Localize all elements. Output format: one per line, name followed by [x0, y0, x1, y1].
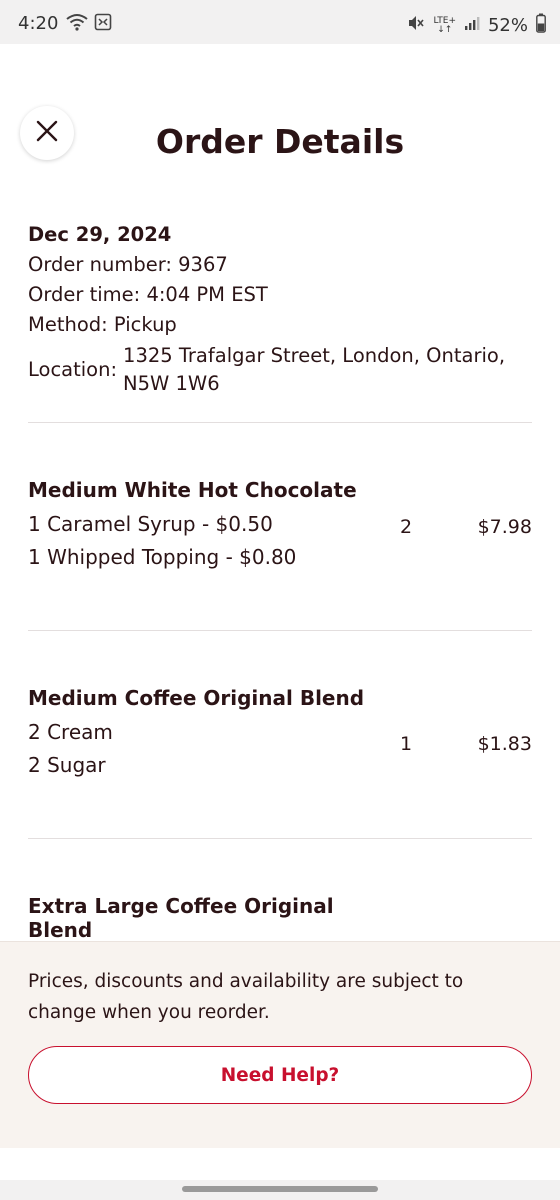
order-time: Order time: 4:04 PM EST: [28, 283, 268, 306]
item-modifier: 1 Whipped Topping - $0.80: [28, 545, 297, 569]
item-price: $1.83: [477, 733, 532, 755]
order-item: Medium White Hot Chocolate 1 Caramel Syr…: [28, 478, 532, 574]
battery-percent: 52%: [487, 15, 528, 36]
order-meta: Dec 29, 2024 Order number: 9367 Order ti…: [28, 220, 532, 398]
data-saver-icon: [94, 13, 112, 35]
location-label: Location:: [28, 358, 118, 381]
item-modifier: 2 Cream: [28, 720, 113, 744]
page-title: Order Details: [155, 122, 405, 161]
order-item: Extra Large Coffee Original Blend: [28, 894, 532, 942]
item-modifier: 1 Caramel Syrup - $0.50: [28, 512, 273, 536]
reorder-footer: Prices, discounts and availability are s…: [0, 941, 560, 1148]
mute-icon: [407, 14, 425, 37]
system-nav-bar: [0, 1180, 560, 1200]
item-name: Extra Large Coffee Original Blend: [28, 894, 334, 942]
order-method: Method: Pickup: [28, 313, 177, 336]
status-bar: 4:20 LTE+ ↓↑ 52%: [0, 0, 560, 44]
item-quantity: 1: [400, 733, 413, 755]
order-date: Dec 29, 2024: [28, 223, 172, 246]
divider: [28, 630, 532, 631]
home-gesture-handle[interactable]: [182, 1186, 378, 1192]
battery-icon: [536, 13, 546, 38]
status-time: 4:20: [18, 13, 59, 34]
order-item: Medium Coffee Original Blend 2 Cream 2 S…: [28, 686, 532, 782]
divider: [28, 838, 532, 839]
item-modifier: 2 Sugar: [28, 753, 106, 777]
wifi-icon: [66, 13, 88, 35]
divider: [28, 422, 532, 423]
item-modifiers: 2 Cream 2 Sugar: [28, 716, 368, 782]
item-quantity: 2: [400, 516, 413, 538]
need-help-button[interactable]: Need Help?: [28, 1046, 532, 1104]
item-price: $7.98: [477, 516, 532, 538]
order-details-sheet: Order Details Dec 29, 2024 Order number:…: [0, 44, 560, 1180]
item-name: Medium White Hot Chocolate: [28, 478, 357, 502]
reorder-disclaimer: Prices, discounts and availability are s…: [28, 971, 464, 1023]
item-name: Medium Coffee Original Blend: [28, 686, 365, 710]
status-left-icons: [66, 13, 112, 35]
location-value: 1325 Trafalgar Street, London, Ontario, …: [123, 344, 506, 395]
order-number: Order number: 9367: [28, 253, 228, 276]
status-right-icons: LTE+ ↓↑ 52%: [407, 13, 546, 38]
signal-icon: [464, 15, 480, 36]
order-location: Location: 1325 Trafalgar Street, London,…: [28, 342, 532, 398]
network-type: LTE+ ↓↑: [433, 15, 456, 35]
item-modifiers: 1 Caramel Syrup - $0.50 1 Whipped Toppin…: [28, 508, 368, 574]
